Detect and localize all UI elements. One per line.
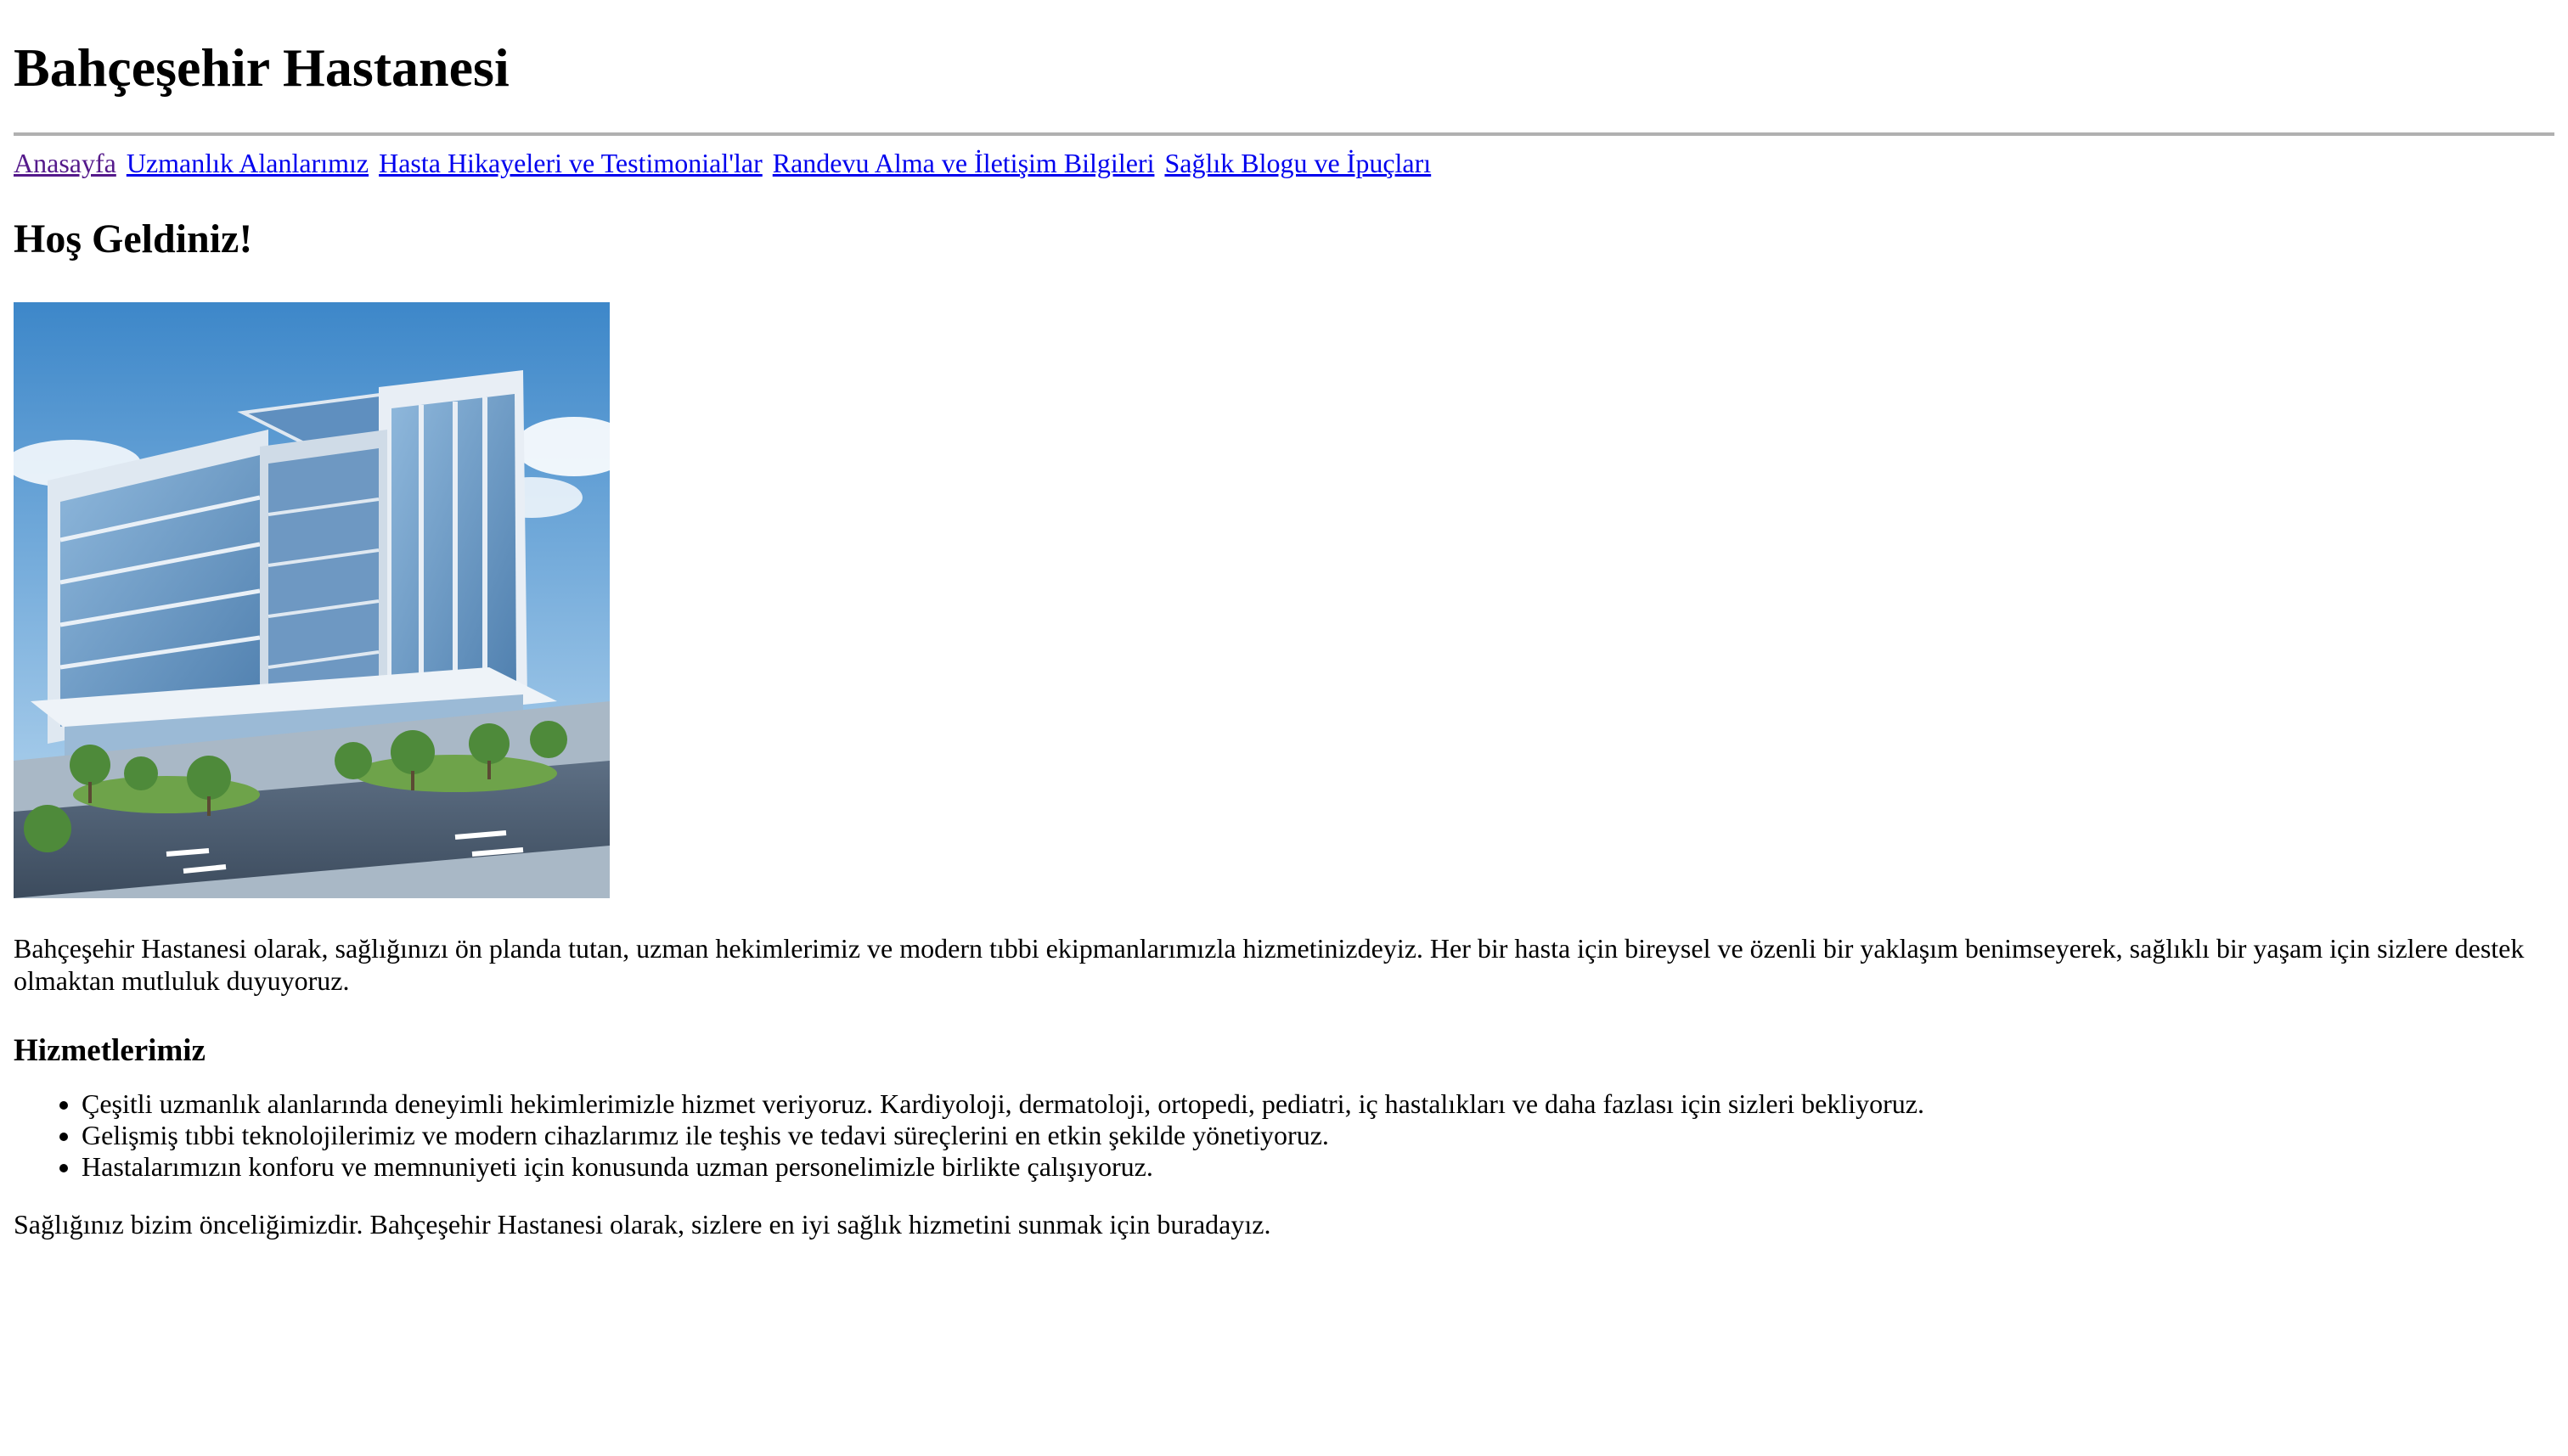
services-list: Çeşitli uzmanlık alanlarında deneyimli h…	[14, 1088, 2554, 1183]
intro-paragraph: Bahçeşehir Hastanesi olarak, sağlığınızı…	[14, 933, 2525, 996]
main-nav: Anasayfa Uzmanlık Alanlarımız Hasta Hika…	[14, 146, 2554, 180]
site-title: Bahçeşehir Hastanesi	[14, 37, 510, 98]
list-item: Gelişmiş tıbbi teknolojilerimiz ve moder…	[82, 1120, 2554, 1151]
hospital-building-image	[14, 302, 610, 898]
nav-link-appointment-contact[interactable]: Randevu Alma ve İletişim Bilgileri	[773, 148, 1155, 178]
nav-link-testimonials[interactable]: Hasta Hikayeleri ve Testimonial'lar	[379, 148, 763, 178]
services-heading: Hizmetlerimiz	[14, 1033, 206, 1068]
list-item: Çeşitli uzmanlık alanlarında deneyimli h…	[82, 1088, 2554, 1120]
list-item: Hastalarımızın konforu ve memnuniyeti iç…	[82, 1151, 2554, 1183]
closing-paragraph: Sağlığınız bizim önceliğimizdir. Bahçeşe…	[14, 1209, 1271, 1240]
page: Bahçeşehir Hastanesi Anasayfa Uzmanlık A…	[0, 0, 2568, 1240]
header-divider	[14, 132, 2554, 136]
welcome-heading: Hoş Geldiniz!	[14, 216, 253, 261]
nav-link-home[interactable]: Anasayfa	[14, 148, 116, 178]
nav-link-health-blog[interactable]: Sağlık Blogu ve İpuçları	[1164, 148, 1431, 178]
nav-link-specialties[interactable]: Uzmanlık Alanlarımız	[127, 148, 369, 178]
